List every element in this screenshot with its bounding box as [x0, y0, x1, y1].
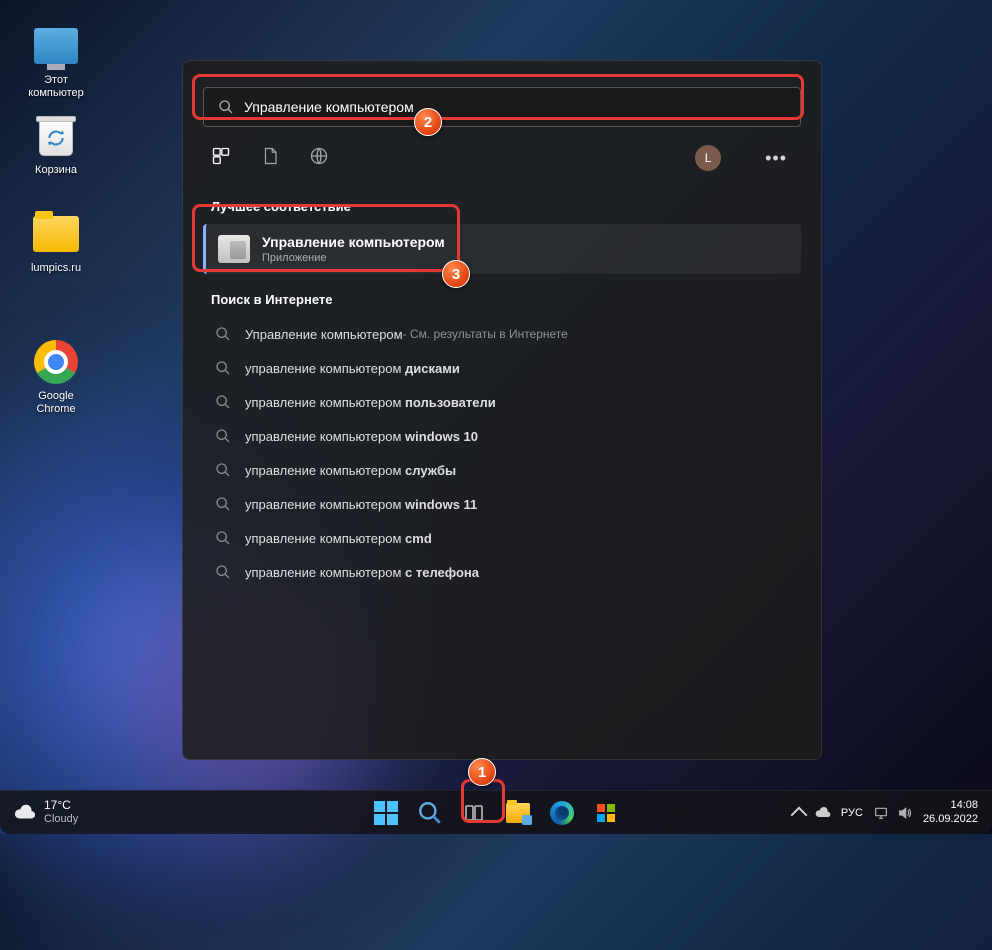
tray-date: 26.09.2022: [923, 813, 978, 826]
tab-web-icon[interactable]: [309, 146, 329, 171]
more-button[interactable]: •••: [759, 148, 793, 169]
taskbar-taskview-button[interactable]: [454, 793, 494, 833]
tray-network-icon[interactable]: [873, 805, 889, 821]
web-result-item[interactable]: управление компьютером службы: [203, 453, 801, 487]
web-result-item[interactable]: управление компьютером cmd: [203, 521, 801, 555]
search-box[interactable]: [203, 87, 801, 127]
search-icon: [215, 326, 231, 342]
callout-badge-2: 2: [414, 108, 442, 136]
start-button[interactable]: [366, 793, 406, 833]
tray-language[interactable]: РУС: [841, 807, 863, 819]
web-result-item[interactable]: управление компьютером дисками: [203, 351, 801, 385]
best-match-result[interactable]: Управление компьютером Приложение: [203, 224, 801, 274]
tray-onedrive-icon[interactable]: [815, 805, 831, 821]
weather-cond: Cloudy: [44, 813, 78, 826]
search-icon: [215, 394, 231, 410]
web-result-item[interactable]: Управление компьютером - См. результаты …: [203, 317, 801, 351]
weather-temp: 17°C: [44, 799, 78, 813]
desktop-icon-folder[interactable]: lumpics.ru: [18, 210, 94, 275]
best-match-subtitle: Приложение: [262, 252, 445, 264]
taskbar-tray: РУС 14:08 26.09.2022: [793, 799, 992, 825]
desktop-icon-chrome[interactable]: Google Chrome: [18, 338, 94, 416]
desktop-icon-label: Корзина: [18, 164, 94, 177]
web-results-list: Управление компьютером - См. результаты …: [203, 317, 801, 589]
desktop-icon-recycle-bin[interactable]: Корзина: [18, 112, 94, 177]
weather-icon: [14, 802, 36, 824]
taskbar-center: [366, 793, 626, 833]
search-tabs: L •••: [203, 141, 801, 181]
search-icon: [215, 496, 231, 512]
tray-chevron-icon[interactable]: [793, 805, 805, 821]
desktop-icon-label: Этот компьютер: [18, 74, 94, 100]
section-title-best-match: Лучшее соответствие: [211, 199, 801, 214]
taskbar: 17°C Cloudy РУС 14:08 26.09.2022: [0, 790, 992, 834]
desktop-icon-this-pc[interactable]: Этот компьютер: [18, 22, 94, 100]
computer-management-icon: [218, 235, 250, 263]
section-title-web: Поиск в Интернете: [211, 292, 801, 307]
search-icon: [215, 360, 231, 376]
web-result-item[interactable]: управление компьютером windows 11: [203, 487, 801, 521]
taskbar-search-button[interactable]: [410, 793, 450, 833]
tray-time: 14:08: [923, 799, 978, 812]
user-avatar[interactable]: L: [695, 145, 721, 171]
best-match-title: Управление компьютером: [262, 234, 445, 250]
taskbar-store-button[interactable]: [586, 793, 626, 833]
search-icon: [215, 564, 231, 580]
taskbar-weather[interactable]: 17°C Cloudy: [0, 799, 78, 825]
desktop-icon-label: Google Chrome: [18, 390, 94, 416]
web-result-item[interactable]: управление компьютером с телефона: [203, 555, 801, 589]
search-panel: L ••• Лучшее соответствие Управление ком…: [182, 60, 822, 760]
taskbar-explorer-button[interactable]: [498, 793, 538, 833]
web-result-item[interactable]: управление компьютером пользователи: [203, 385, 801, 419]
desktop-icon-label: lumpics.ru: [18, 262, 94, 275]
tray-volume-icon[interactable]: [897, 805, 913, 821]
search-icon: [215, 530, 231, 546]
tab-documents-icon[interactable]: [261, 146, 279, 171]
tab-apps-icon[interactable]: [211, 146, 231, 171]
callout-badge-3: 3: [442, 260, 470, 288]
search-icon: [218, 99, 234, 115]
search-input[interactable]: [244, 99, 786, 115]
search-icon: [215, 462, 231, 478]
taskbar-edge-button[interactable]: [542, 793, 582, 833]
tray-datetime[interactable]: 14:08 26.09.2022: [923, 799, 978, 825]
web-result-item[interactable]: управление компьютером windows 10: [203, 419, 801, 453]
search-icon: [215, 428, 231, 444]
callout-badge-1: 1: [468, 758, 496, 786]
